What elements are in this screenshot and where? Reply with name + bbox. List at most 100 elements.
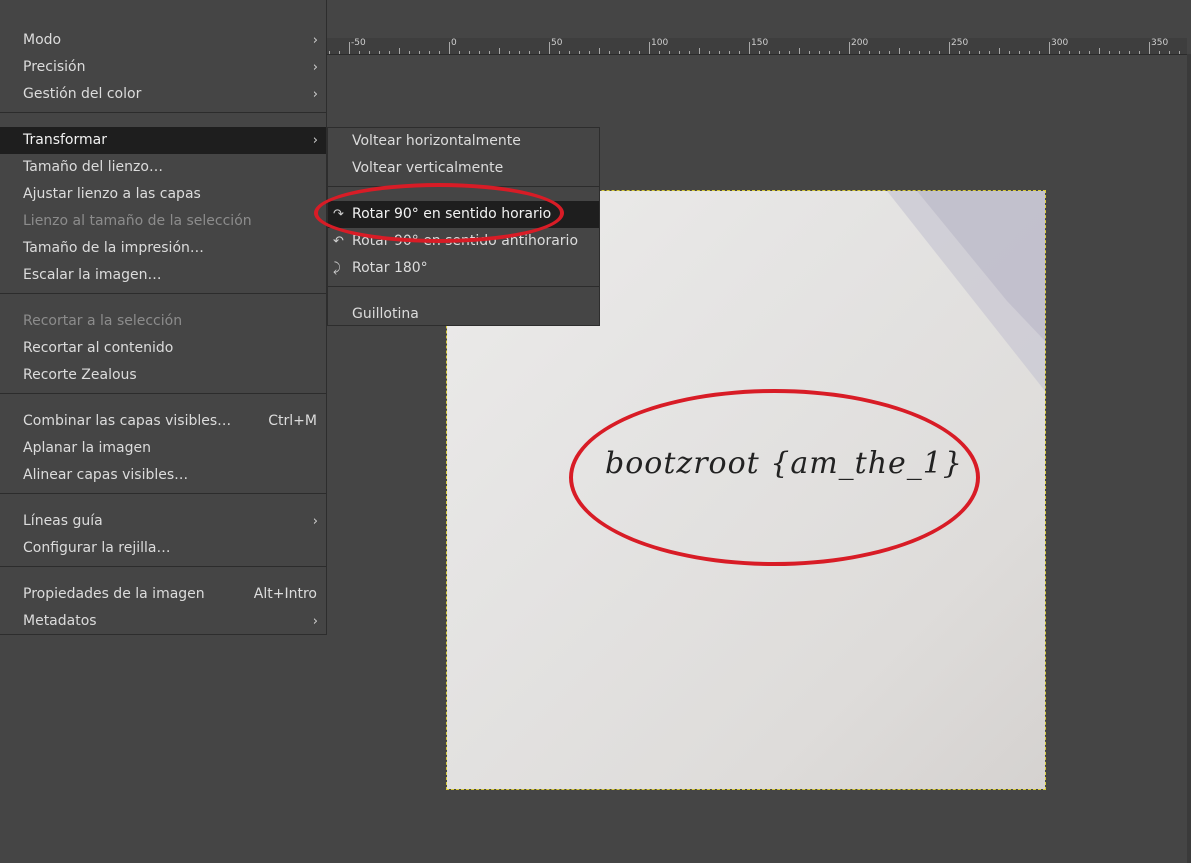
menu-item-label: Rotar 180°: [352, 260, 428, 276]
ruler-tick: [989, 51, 990, 54]
menu-item-aplanar-imagen[interactable]: Aplanar la imagen: [0, 435, 326, 462]
ruler-tick: [959, 51, 960, 54]
menu-item-lienzo-seleccion: Lienzo al tamaño de la selección: [0, 208, 326, 235]
ruler-tick: [1109, 51, 1110, 54]
menu-item-label: Ajustar lienzo a las capas: [23, 186, 201, 202]
ruler-tick: [399, 48, 400, 54]
menu-item-precision[interactable]: Precisión ›: [0, 54, 326, 81]
ruler-tick: [419, 51, 420, 54]
menu-item-lineas-guia[interactable]: Líneas guía ›: [0, 508, 326, 535]
submenu-item-rotar-90-antihorario[interactable]: ↶ Rotar 90° en sentido antihorario: [328, 228, 599, 255]
rotate-ccw-icon: ↶: [333, 234, 344, 249]
ruler-tick: [769, 51, 770, 54]
ruler-tick-label: -50: [351, 38, 366, 48]
menu-item-label: Modo: [23, 32, 62, 48]
ruler-tick: [639, 51, 640, 54]
menu-item-recortar-contenido[interactable]: Recortar al contenido: [0, 335, 326, 362]
ruler-tick: [869, 51, 870, 54]
ruler-tick: [479, 51, 480, 54]
menu-item-transformar[interactable]: Transformar ›: [0, 127, 326, 154]
vertical-scrollbar[interactable]: [1187, 54, 1191, 863]
menu-item-label: Escalar la imagen…: [23, 267, 162, 283]
image-menu: Modo › Precisión › Gestión del color › T…: [0, 0, 327, 635]
ruler-tick: [529, 51, 530, 54]
menu-item-label: Propiedades de la imagen: [23, 586, 205, 602]
submenu-item-voltear-vertical[interactable]: Voltear verticalmente: [328, 155, 599, 182]
chevron-right-icon: ›: [312, 87, 318, 102]
menu-item-escalar-imagen[interactable]: Escalar la imagen…: [0, 262, 326, 289]
ruler-tick: [1019, 51, 1020, 54]
menu-item-label: Rotar 90° en sentido antihorario: [352, 233, 579, 249]
menu-item-label: Precisión: [23, 59, 86, 75]
menu-item-label: Configurar la rejilla…: [23, 540, 171, 556]
menu-item-tamano-lienzo[interactable]: Tamaño del lienzo…: [0, 154, 326, 181]
submenu-item-rotar-180[interactable]: ⤸ Rotar 180°: [328, 255, 599, 282]
menu-item-modo[interactable]: Modo ›: [0, 27, 326, 54]
ruler-tick: [629, 51, 630, 54]
menu-item-label: Combinar las capas visibles…: [23, 413, 232, 429]
menu-item-label: Lienzo al tamaño de la selección: [23, 213, 252, 229]
menu-separator: [0, 112, 326, 113]
ruler-tick: [1119, 51, 1120, 54]
ruler-tick: [829, 51, 830, 54]
rotate-180-icon: ⤸: [333, 261, 341, 276]
menu-item-label: Alinear capas visibles…: [23, 467, 189, 483]
menu-item-propiedades-imagen[interactable]: Propiedades de la imagen Alt+Intro: [0, 581, 326, 608]
menu-item-label: Guillotina: [352, 306, 419, 322]
ruler-tick: [489, 51, 490, 54]
menu-item-label: Voltear verticalmente: [352, 160, 504, 176]
menu-item-label: Recorte Zealous: [23, 367, 137, 383]
ruler-tick: [349, 42, 350, 54]
ruler-tick: [379, 51, 380, 54]
menu-item-recorte-zealous[interactable]: Recorte Zealous: [0, 362, 326, 389]
ruler-tick: [549, 42, 550, 54]
submenu-item-voltear-horizontal[interactable]: Voltear horizontalmente: [328, 128, 599, 155]
menu-item-metadatos[interactable]: Metadatos ›: [0, 608, 326, 635]
ruler-tick: [599, 48, 600, 54]
menu-item-combinar-capas[interactable]: Combinar las capas visibles… Ctrl+M: [0, 408, 326, 435]
transform-submenu: Voltear horizontalmente Voltear vertical…: [327, 127, 600, 326]
chevron-right-icon: ›: [312, 614, 318, 629]
ruler-tick: [1099, 48, 1100, 54]
ruler-tick: [1149, 42, 1150, 54]
menu-item-alinear-capas[interactable]: Alinear capas visibles…: [0, 462, 326, 489]
ruler-tick: [739, 51, 740, 54]
ruler-tick: [709, 51, 710, 54]
ruler-tick: [359, 51, 360, 54]
menu-item-ajustar-lienzo[interactable]: Ajustar lienzo a las capas: [0, 181, 326, 208]
ruler-tick: [439, 51, 440, 54]
menu-item-gestion-color[interactable]: Gestión del color ›: [0, 81, 326, 108]
ruler-tick: [1179, 51, 1180, 54]
menu-item-label: Recortar al contenido: [23, 340, 174, 356]
ruler-tick-label: 100: [651, 38, 669, 48]
submenu-item-guillotina[interactable]: Guillotina: [328, 301, 599, 328]
horizontal-ruler[interactable]: -50 0 50 100 150 200 250 300 350: [327, 38, 1187, 55]
ruler-tick: [609, 51, 610, 54]
ruler-tick: [539, 51, 540, 54]
ruler-tick-label: 200: [851, 38, 869, 48]
submenu-item-rotar-90-horario[interactable]: ↷ Rotar 90° en sentido horario: [328, 201, 599, 228]
menu-item-tamano-impresion[interactable]: Tamaño de la impresión…: [0, 235, 326, 262]
ruler-tick-label: 350: [1151, 38, 1169, 48]
ruler-tick: [339, 51, 340, 54]
menu-item-label: Transformar: [23, 132, 107, 148]
ruler-tick: [649, 42, 650, 54]
menu-item-configurar-rejilla[interactable]: Configurar la rejilla…: [0, 535, 326, 562]
menu-item-recortar-seleccion: Recortar a la selección: [0, 308, 326, 335]
ruler-tick: [729, 51, 730, 54]
rotate-cw-icon: ↷: [333, 207, 344, 222]
ruler-tick: [789, 51, 790, 54]
ruler-tick: [459, 51, 460, 54]
ruler-tick: [799, 48, 800, 54]
ruler-tick: [819, 51, 820, 54]
ruler-tick: [619, 51, 620, 54]
ruler-tick: [429, 51, 430, 54]
ruler-tick: [499, 48, 500, 54]
chevron-right-icon: ›: [312, 133, 318, 148]
ruler-tick: [1159, 51, 1160, 54]
menu-separator: [0, 393, 326, 394]
ruler-tick: [509, 51, 510, 54]
ruler-tick: [1139, 51, 1140, 54]
ruler-tick: [969, 51, 970, 54]
ruler-tick: [409, 51, 410, 54]
